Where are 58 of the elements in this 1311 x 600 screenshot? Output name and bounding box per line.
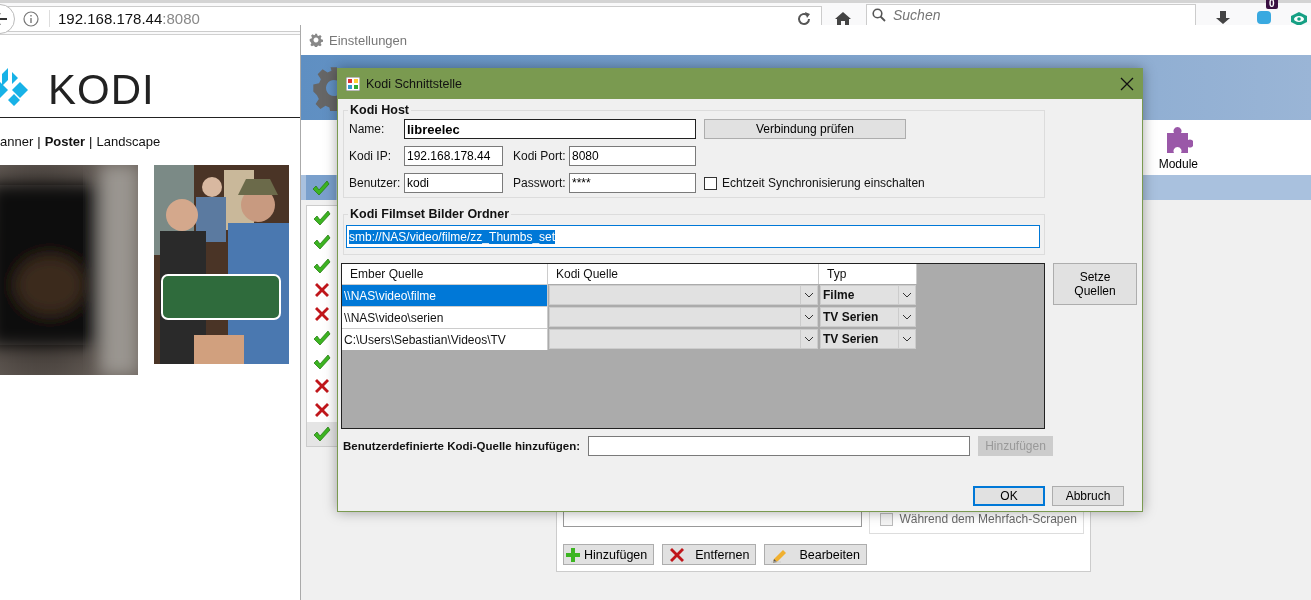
group-title: Kodi Host	[349, 103, 411, 117]
ip-field[interactable]: 192.168.178.44	[404, 146, 503, 166]
info-icon[interactable]	[23, 10, 39, 27]
search-field[interactable]: Suchen	[866, 4, 1196, 25]
field-label: Kodi Port:	[512, 149, 567, 163]
dialog-button[interactable]: Abbruch	[1052, 486, 1124, 506]
checkbox-label: Echtzeit Synchronisierung einschalten	[722, 176, 925, 190]
action-button[interactable]: Bearbeiten	[764, 544, 867, 565]
password-field[interactable]: ****	[569, 173, 696, 193]
gear-icon	[309, 33, 323, 47]
action-button[interactable]: Hinzufügen	[563, 544, 655, 565]
column-header: Typ	[819, 264, 917, 284]
custom-source-field[interactable]	[588, 436, 971, 456]
path-field[interactable]: smb://NAS/video/filme/zz_Thumbs_set	[346, 225, 1040, 248]
field-label: Name:	[349, 122, 386, 136]
extension-icon[interactable]	[1256, 8, 1272, 25]
notification-badge: 0	[1266, 0, 1278, 9]
dialog-button[interactable]: OK	[973, 486, 1045, 506]
column-header: Ember Quelle	[342, 264, 548, 284]
user-field[interactable]: kodi	[404, 173, 503, 193]
action-button[interactable]: Entfernen	[662, 544, 757, 565]
type-dropdown[interactable]: Filme	[820, 285, 916, 305]
column-header: Kodi Quelle	[548, 264, 819, 284]
type-dropdown[interactable]: TV Serien	[820, 307, 916, 327]
close-icon	[1120, 77, 1134, 91]
separator: |	[89, 134, 93, 149]
separator: |	[37, 134, 41, 149]
home-icon[interactable]	[834, 10, 852, 27]
eye-icon[interactable]	[1290, 10, 1308, 27]
view-link[interactable]: Landscape	[96, 134, 161, 149]
field-label: Passwort:	[512, 176, 567, 190]
cross-icon	[669, 546, 686, 563]
name-field[interactable]: libreelec	[404, 119, 696, 139]
table-cell[interactable]: \\NAS\video\serien	[342, 306, 548, 328]
checkbox-label: Während dem Mehrfach-Scrapen	[899, 512, 1077, 526]
window-title: Einstellungen	[329, 32, 408, 48]
group-title: Kodi Filmset Bilder Ordner	[349, 207, 511, 221]
table-cell[interactable]: \\NAS\video\filme	[342, 284, 548, 306]
plus-icon	[566, 547, 580, 562]
toolbar-button[interactable]: Module	[1154, 120, 1202, 175]
checkbox[interactable]	[704, 176, 717, 190]
reload-icon[interactable]	[796, 10, 812, 27]
logo-text: KODI	[48, 66, 155, 114]
view-link[interactable]: anner	[0, 134, 34, 149]
field-label: Benutzerdefinierte Kodi-Quelle hinzufügen:	[343, 440, 581, 452]
test-connection-button[interactable]: Verbindung prüfen	[704, 119, 906, 139]
view-link[interactable]: Poster	[44, 134, 86, 149]
search-icon	[872, 7, 886, 22]
app-icon	[346, 77, 360, 91]
table-cell[interactable]: C:\Users\Sebastian\Videos\TV	[342, 328, 548, 350]
url-field[interactable]: 192.168.178.44:8080	[49, 10, 200, 27]
port-field[interactable]: 8080	[569, 146, 696, 166]
field-label: Benutzer:	[349, 176, 402, 190]
type-dropdown[interactable]: TV Serien	[820, 329, 916, 349]
gear-icon	[311, 64, 337, 111]
field-label: Kodi IP:	[349, 149, 393, 163]
dialog-title: Kodi Schnittstelle	[366, 77, 462, 91]
set-sources-button[interactable]: Setze Quellen	[1053, 263, 1137, 305]
